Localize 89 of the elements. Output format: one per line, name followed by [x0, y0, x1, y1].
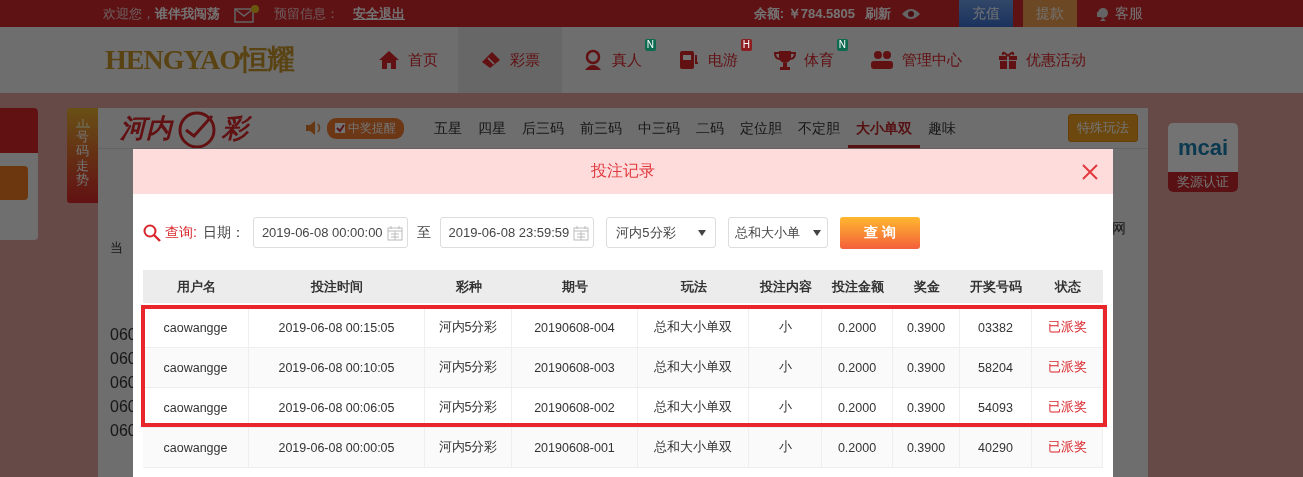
trophy-icon: [774, 49, 796, 71]
table-cell: 40290: [960, 428, 1032, 467]
table-cell: 58204: [960, 348, 1032, 387]
column-header: 彩种: [454, 277, 483, 296]
search-button[interactable]: 查 询: [840, 216, 921, 249]
table-cell: caowangge: [143, 428, 249, 467]
nav-item[interactable]: 彩票: [458, 27, 562, 93]
nav-badge: H: [740, 39, 752, 51]
play-tab[interactable]: 中三码: [630, 108, 688, 148]
nav-badge: N: [836, 39, 848, 51]
balance-text: 余额: ￥784.5805: [753, 4, 855, 23]
current-label: 当: [110, 239, 124, 257]
check-icon: [335, 123, 345, 133]
speaker-icon[interactable]: [305, 120, 323, 136]
range-separator: 至: [416, 223, 431, 242]
column-header: 开奖号码: [969, 277, 1023, 296]
nav-item[interactable]: 体育 N: [758, 27, 850, 93]
play-select[interactable]: 总和大小单: [728, 217, 829, 248]
play-tab[interactable]: 后三码: [514, 108, 572, 148]
support-link[interactable]: 客服: [1095, 4, 1143, 23]
nav-badge: N: [644, 39, 656, 51]
logo[interactable]: HENGYAO恒耀: [105, 41, 312, 79]
nav-item[interactable]: 管理中心: [854, 27, 978, 93]
table-cell: 0.3900: [893, 348, 960, 387]
certification-badge: mcai 奖源认证: [1168, 123, 1238, 192]
calendar-icon: [386, 224, 403, 241]
nav-item[interactable]: 真人 N: [566, 27, 658, 93]
table-cell: 0.2000: [822, 428, 893, 467]
recharge-button[interactable]: 充值: [959, 0, 1013, 27]
table-cell: 河内5分彩: [425, 348, 512, 387]
play-tab[interactable]: 四星: [470, 108, 514, 148]
side-text: 网: [1112, 220, 1126, 238]
end-date-field[interactable]: 2019-06-08 23:59:59: [439, 217, 595, 248]
table-cell: 总和大小单双: [638, 348, 749, 387]
column-header: 投注金额: [830, 277, 885, 296]
search-icon: [143, 223, 161, 242]
column-header: 期号: [561, 277, 589, 296]
chart-icon: [74, 116, 91, 128]
play-tab[interactable]: 五星: [426, 108, 470, 148]
table-cell: 已派奖: [1032, 428, 1103, 467]
win-alert-toggle[interactable]: 中奖提醒: [327, 117, 404, 139]
play-tab[interactable]: 不定胆: [790, 108, 848, 148]
caret-icon: [813, 229, 822, 236]
slot-machine-icon: [678, 49, 700, 71]
column-header: 投注时间: [309, 277, 364, 296]
person-icon: [582, 49, 604, 71]
calendar-icon: [573, 224, 590, 241]
dialog-title: 投注记录: [591, 161, 655, 181]
nav-item[interactable]: 优惠活动: [982, 27, 1102, 93]
eye-icon[interactable]: [901, 6, 921, 21]
nav-item[interactable]: 电游 H: [662, 27, 754, 93]
home-icon: [378, 50, 400, 70]
table-cell: 0.3900: [893, 428, 960, 467]
reserved-info-label: 预留信息：: [274, 4, 339, 23]
column-header: 投注内容: [758, 277, 813, 296]
query-label: 查询:: [165, 223, 197, 242]
table-cell: 20190608-001: [512, 428, 638, 467]
people-icon: [870, 50, 894, 70]
logout-link[interactable]: 安全退出: [353, 4, 405, 23]
lottery-select[interactable]: 河内5分彩: [606, 217, 717, 248]
column-header: 状态: [1053, 277, 1082, 296]
table-cell: 20190608-003: [512, 348, 638, 387]
play-tab[interactable]: 趣味: [920, 108, 964, 148]
caret-icon: [698, 229, 707, 236]
trend-tab[interactable]: 号码走势: [67, 108, 98, 203]
table-cell: 2019-06-08 00:10:05: [249, 348, 425, 387]
column-header: 用户名: [175, 277, 217, 296]
play-tab[interactable]: 二码: [688, 108, 732, 148]
table-cell: 小: [749, 428, 822, 467]
date-label: 日期：: [202, 223, 245, 242]
ticket-icon: [480, 50, 502, 70]
close-icon[interactable]: [1081, 163, 1099, 181]
play-tab[interactable]: 定位胆: [732, 108, 790, 148]
table-cell: 小: [749, 348, 822, 387]
start-date-field[interactable]: 2019-06-08 00:00:00: [252, 217, 408, 248]
welcome-text: 欢迎您，谁伴我闯荡: [103, 4, 220, 23]
nav-item[interactable]: 首页: [362, 27, 454, 93]
play-tab[interactable]: 前三码: [572, 108, 630, 148]
column-header: 奖金: [912, 277, 941, 296]
gift-icon: [998, 50, 1018, 70]
table-cell: 2019-06-08 00:00:05: [249, 428, 425, 467]
mail-icon[interactable]: [234, 4, 260, 23]
column-header: 玩法: [679, 277, 708, 296]
table-cell: 河内5分彩: [425, 428, 512, 467]
refresh-link[interactable]: 刷新: [865, 4, 891, 23]
headset-icon: [1095, 5, 1111, 22]
table-cell: 总和大小单双: [638, 428, 749, 467]
table-cell: 0.2000: [822, 348, 893, 387]
lottery-logo: 河内 彩: [120, 108, 300, 148]
